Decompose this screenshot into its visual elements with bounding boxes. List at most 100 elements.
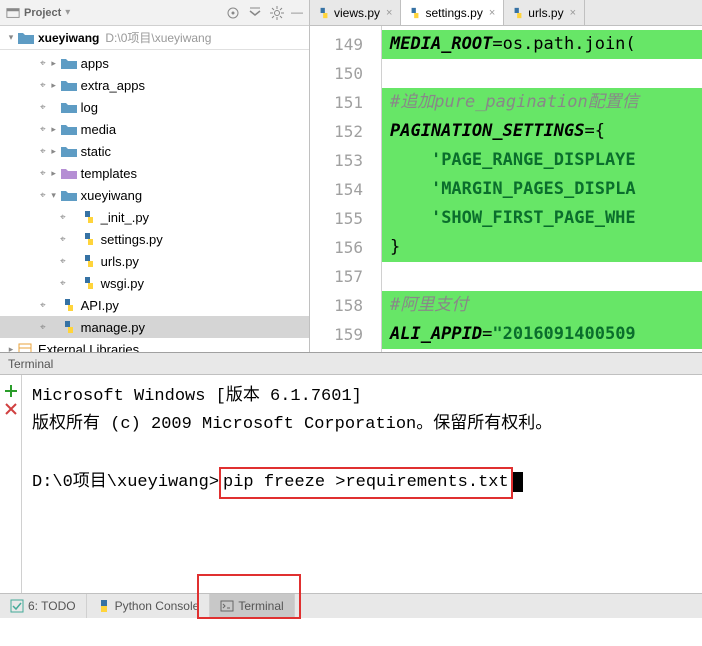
code-line[interactable]: ALI_APPID="2016091400509 [382, 320, 702, 349]
tree-node-wsgi-py[interactable]: ⌖wsgi.py [0, 272, 309, 294]
tree-arrow-icon[interactable]: ▸ [49, 124, 59, 135]
code-line[interactable]: MEDIA_ROOT=os.path.join( [382, 30, 702, 59]
terminal-command-highlight: pip freeze >requirements.txt [219, 467, 513, 499]
breadcrumb-path: D:\0项目\xueyiwang [105, 29, 211, 46]
terminal-header[interactable]: Terminal [0, 353, 702, 375]
code-line[interactable]: 'MARGIN_PAGES_DISPLA [382, 175, 702, 204]
line-gutter: 149150151152153154155156157158159 [310, 26, 382, 352]
collapse-icon[interactable] [247, 5, 263, 21]
project-sidebar: Project ▾ — ▾ xueyiwang D:\0项目\xueyiwang… [0, 0, 310, 352]
tab-close-icon[interactable]: × [570, 7, 576, 19]
chevron-down-icon[interactable]: ▾ [6, 32, 16, 43]
tab-label: views.py [334, 6, 380, 20]
tree-node-urls-py[interactable]: ⌖urls.py [0, 250, 309, 272]
status-python-console[interactable]: Python Console [87, 594, 211, 618]
code-line[interactable]: #阿里支付 [382, 291, 702, 320]
tree-label: _init_.py [101, 210, 149, 225]
breadcrumb-root: xueyiwang [38, 31, 99, 45]
code-line[interactable]: #追加pure_pagination配置信 [382, 88, 702, 117]
tree-label: settings.py [101, 232, 163, 247]
terminal-line: Microsoft Windows [版本 6.1.7601] [32, 383, 692, 411]
terminal-content[interactable]: Microsoft Windows [版本 6.1.7601] 版权所有 (c)… [22, 375, 702, 593]
terminal-panel: Terminal Microsoft Windows [版本 6.1.7601]… [0, 352, 702, 593]
code-line[interactable] [382, 59, 702, 88]
tree-node-_init_-py[interactable]: ⌖_init_.py [0, 206, 309, 228]
tab-close-icon[interactable]: × [386, 7, 392, 19]
tree-label: API.py [81, 298, 119, 313]
dropdown-icon[interactable]: ▾ [65, 7, 70, 18]
gutter-line: 151 [310, 88, 381, 117]
tree-label: apps [81, 56, 109, 71]
editor-area: views.py×settings.py×urls.py× 1491501511… [310, 0, 702, 352]
tab-label: urls.py [528, 6, 563, 20]
hide-icon[interactable]: — [291, 5, 303, 21]
status-todo[interactable]: 6: TODO [0, 594, 87, 618]
terminal-prompt-line: D:\0项目\xueyiwang>pip freeze >requirement… [32, 467, 692, 499]
tree-label: manage.py [81, 320, 145, 335]
gutter-line: 158 [310, 291, 381, 320]
tree-label: wsgi.py [101, 276, 144, 291]
tree-label: media [81, 122, 116, 137]
terminal-command: pip freeze >requirements.txt [223, 473, 509, 492]
tab-views-py[interactable]: views.py × [310, 0, 401, 25]
gutter-line: 156 [310, 233, 381, 262]
gutter-line: 152 [310, 117, 381, 146]
tree-node-external-libraries[interactable]: ▸External Libraries [0, 338, 309, 352]
tree-arrow-icon[interactable]: ▸ [49, 146, 59, 157]
status-bar: 6: TODO Python Console Terminal [0, 593, 702, 618]
python-file-icon [409, 7, 421, 19]
tab-settings-py[interactable]: settings.py× [401, 0, 504, 25]
status-terminal[interactable]: Terminal [210, 594, 294, 618]
breadcrumb[interactable]: ▾ xueyiwang D:\0项目\xueyiwang [0, 26, 309, 50]
tree-node-manage-py[interactable]: ⌖manage.py [0, 316, 309, 338]
terminal-icon [220, 599, 234, 613]
python-icon [97, 599, 111, 613]
tree-arrow-icon[interactable]: ▸ [49, 58, 59, 69]
tree-arrow-icon[interactable]: ▸ [49, 80, 59, 91]
tree-arrow-icon[interactable]: ▸ [49, 168, 59, 179]
tree-label: log [81, 100, 98, 115]
tree-label: extra_apps [81, 78, 145, 93]
gutter-line: 157 [310, 262, 381, 291]
code-content[interactable]: MEDIA_ROOT=os.path.join( #追加pure_paginati… [382, 26, 702, 352]
target-icon[interactable] [225, 5, 241, 21]
python-file-icon [318, 7, 330, 19]
tree-label: static [81, 144, 111, 159]
tree-node-extra_apps[interactable]: ⌖▸extra_apps [0, 74, 309, 96]
code-line[interactable]: PAGINATION_SETTINGS={ [382, 117, 702, 146]
gutter-line: 154 [310, 175, 381, 204]
tree-node-API-py[interactable]: ⌖API.py [0, 294, 309, 316]
tree-label: urls.py [101, 254, 139, 269]
terminal-gutter [0, 375, 22, 593]
gutter-line: 150 [310, 59, 381, 88]
code-line[interactable]: 'SHOW_FIRST_PAGE_WHE [382, 204, 702, 233]
tree-node-templates[interactable]: ⌖▸templates [0, 162, 309, 184]
editor-body[interactable]: 149150151152153154155156157158159 MEDIA_… [310, 26, 702, 352]
tree-node-apps[interactable]: ⌖▸apps [0, 52, 309, 74]
tree-node-xueyiwang[interactable]: ⌖▾xueyiwang [0, 184, 309, 206]
tree-arrow-icon[interactable]: ▾ [49, 190, 59, 201]
python-file-icon [512, 7, 524, 19]
gutter-line: 153 [310, 146, 381, 175]
terminal-title: Terminal [8, 357, 53, 371]
code-line[interactable]: 'PAGE_RANGE_DISPLAYE [382, 146, 702, 175]
tab-urls-py[interactable]: urls.py × [504, 0, 585, 25]
tree-node-media[interactable]: ⌖▸media [0, 118, 309, 140]
close-icon[interactable] [3, 401, 19, 417]
folder-icon [18, 31, 34, 45]
terminal-prompt: D:\0项目\xueyiwang> [32, 473, 219, 492]
gear-icon[interactable] [269, 5, 285, 21]
gutter-line: 149 [310, 30, 381, 59]
tree-node-settings-py[interactable]: ⌖settings.py [0, 228, 309, 250]
tab-close-icon[interactable]: × [489, 7, 495, 19]
code-line[interactable]: } [382, 233, 702, 262]
project-tree[interactable]: ⌖▸apps⌖▸extra_apps⌖log⌖▸media⌖▸static⌖▸t… [0, 50, 309, 352]
gutter-line: 155 [310, 204, 381, 233]
editor-tabs: views.py×settings.py×urls.py× [310, 0, 702, 26]
tree-node-static[interactable]: ⌖▸static [0, 140, 309, 162]
tree-node-log[interactable]: ⌖log [0, 96, 309, 118]
todo-icon [10, 599, 24, 613]
code-line[interactable] [382, 262, 702, 291]
tree-label: templates [81, 166, 137, 181]
plus-icon[interactable] [3, 383, 19, 399]
